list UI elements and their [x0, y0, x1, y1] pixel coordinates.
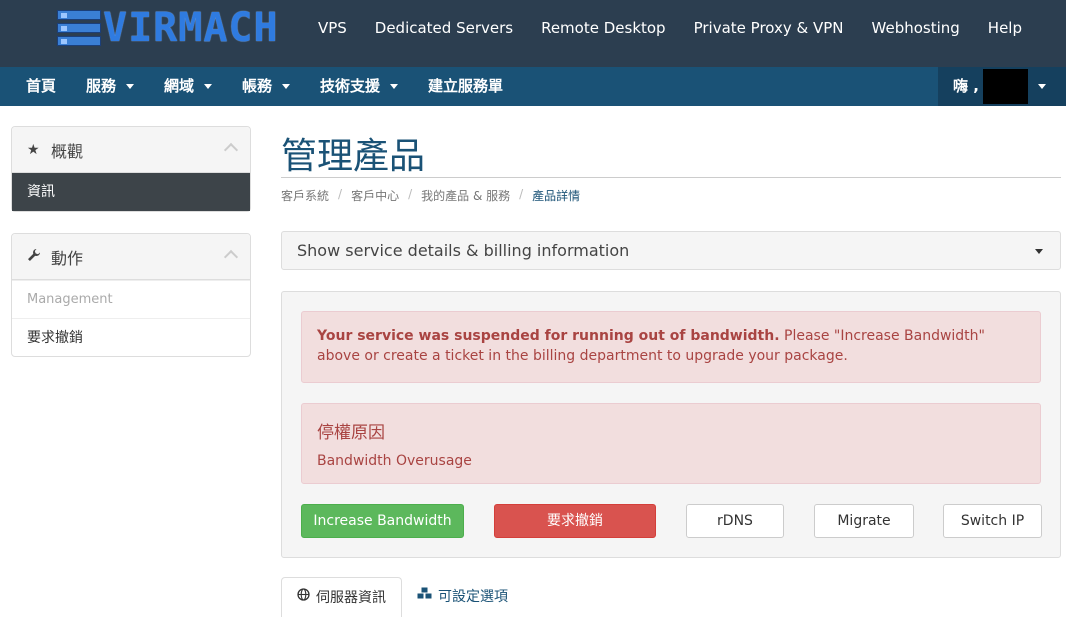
sidebar-actions-header[interactable]: 動作 — [12, 234, 250, 280]
suspension-reason-title: 停權原因 — [317, 423, 385, 443]
nav-home-label: 首頁 — [26, 77, 57, 95]
nav-domains-label: 網域 — [164, 77, 195, 95]
sidebar-actions-title: 動作 — [51, 248, 84, 268]
breadcrumb-item[interactable]: 我的產品 & 服務 — [421, 187, 510, 204]
detail-tabs: 伺服器資訊 可設定選項 — [281, 577, 523, 617]
globe-icon — [297, 577, 310, 619]
suspension-reason-alert: 停權原因 Bandwidth Overusage — [301, 403, 1041, 484]
migrate-button[interactable]: Migrate — [814, 504, 914, 538]
nav-domains[interactable]: 網域 — [164, 67, 213, 106]
suspension-reason-text: Bandwidth Overusage — [317, 453, 472, 469]
nav-billing-label: 帳務 — [242, 77, 273, 95]
top-nav: VPS Dedicated Servers Remote Desktop Pri… — [290, 0, 1022, 56]
logo-text: VIRMACH — [103, 5, 279, 51]
rdns-button[interactable]: rDNS — [686, 504, 784, 538]
redacted-username — [983, 69, 1028, 104]
tab-configurable-options[interactable]: 可設定選項 — [402, 577, 523, 617]
sidebar-actions-panel: 動作 Management 要求撤銷 — [11, 233, 251, 357]
nav-billing[interactable]: 帳務 — [242, 67, 291, 106]
tab-server-info-label: 伺服器資訊 — [316, 589, 386, 606]
chevron-down-icon — [282, 84, 291, 89]
nav-services-label: 服務 — [86, 77, 117, 95]
service-details-label: Show service details & billing informati… — [297, 241, 630, 260]
tab-configurable-options-label: 可設定選項 — [438, 589, 508, 605]
nav-services[interactable]: 服務 — [86, 67, 135, 106]
top-header: VIRMACH VPS Dedicated Servers Remote Des… — [0, 0, 1066, 67]
virmach-logo[interactable]: VIRMACH — [57, 8, 279, 48]
breadcrumb-item[interactable]: 客戶系統 — [281, 187, 329, 204]
sidebar-overview-header[interactable]: ★ 概觀 — [12, 127, 250, 173]
breadcrumb-separator: / — [408, 187, 413, 201]
sidebar-overview-title: 概觀 — [51, 141, 84, 161]
switch-ip-button[interactable]: Switch IP — [943, 504, 1042, 538]
chevron-down-icon — [1038, 84, 1046, 89]
increase-bandwidth-button[interactable]: Increase Bandwidth — [301, 504, 464, 538]
top-nav-dedicated-servers[interactable]: Dedicated Servers — [375, 19, 513, 37]
cubes-icon — [417, 576, 432, 618]
star-icon: ★ — [27, 141, 40, 158]
main-nav: 首頁 服務 網域 帳務 技術支援 建立服務單 — [0, 67, 1066, 106]
breadcrumb-current: 產品詳情 — [532, 189, 581, 203]
user-menu[interactable]: 嗨 , — [938, 67, 1066, 106]
suspension-alert: Your service was suspended for running o… — [301, 311, 1041, 383]
wrench-icon — [27, 248, 41, 266]
sidebar-item-request-cancellation[interactable]: 要求撤銷 — [12, 318, 250, 356]
tab-server-info[interactable]: 伺服器資訊 — [281, 577, 402, 617]
top-nav-vps[interactable]: VPS — [318, 19, 347, 37]
request-cancellation-button[interactable]: 要求撤銷 — [494, 504, 656, 538]
user-greeting: 嗨 , — [953, 77, 979, 95]
chevron-down-icon — [390, 84, 399, 89]
title-divider — [281, 177, 1061, 178]
nav-home[interactable]: 首頁 — [26, 67, 56, 106]
breadcrumb-separator: / — [338, 187, 343, 201]
nav-support-label: 技術支援 — [320, 77, 381, 95]
sidebar-item-management: Management — [12, 280, 250, 318]
top-nav-remote-desktop[interactable]: Remote Desktop — [541, 19, 666, 37]
chevron-down-icon — [204, 84, 213, 89]
nav-open-ticket[interactable]: 建立服務單 — [428, 67, 503, 106]
chevron-up-icon — [223, 249, 239, 265]
service-status-box: Your service was suspended for running o… — [281, 291, 1061, 558]
top-nav-webhosting[interactable]: Webhosting — [872, 19, 960, 37]
server-rack-icon — [57, 10, 101, 46]
service-details-toggle[interactable]: Show service details & billing informati… — [281, 231, 1061, 270]
sidebar-overview-panel: ★ 概觀 資訊 — [11, 126, 251, 212]
top-nav-private-proxy-vpn[interactable]: Private Proxy & VPN — [694, 19, 844, 37]
chevron-down-icon — [1035, 249, 1043, 254]
top-nav-help[interactable]: Help — [988, 19, 1022, 37]
breadcrumb: 客戶系統 / 客戶中心 / 我的產品 & 服務 / 產品詳情 — [281, 187, 580, 204]
page-title: 管理產品 — [281, 136, 426, 177]
nav-open-ticket-label: 建立服務單 — [428, 77, 504, 95]
suspension-alert-bold: Your service was suspended for running o… — [317, 328, 780, 344]
chevron-down-icon — [126, 84, 135, 89]
chevron-up-icon — [223, 142, 239, 158]
breadcrumb-item[interactable]: 客戶中心 — [351, 187, 399, 204]
breadcrumb-separator: / — [519, 187, 524, 201]
nav-support[interactable]: 技術支援 — [320, 67, 399, 106]
sidebar-item-information[interactable]: 資訊 — [12, 173, 250, 211]
